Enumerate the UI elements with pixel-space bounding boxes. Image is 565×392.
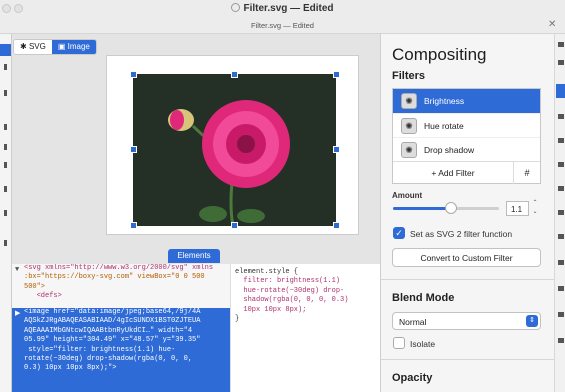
add-filter-button[interactable]: + Add Filter (393, 162, 513, 184)
tool-icon[interactable] (558, 312, 564, 317)
document-icon (231, 3, 241, 12)
css-line: filter: brightness(1.1) (235, 277, 341, 286)
blend-mode-heading: Blend Mode (392, 292, 455, 304)
code-line: 500"> (24, 282, 46, 291)
code-line: 05.99" height="304.49" x="48.57" y="39.3… (24, 336, 201, 345)
chevron-down-icon[interactable]: ⌄ (530, 208, 540, 217)
disclosure-triangle-icon[interactable]: ▼ (15, 266, 19, 275)
blend-mode-select[interactable]: Normal ⇕ (392, 312, 541, 330)
amount-label: Amount (392, 191, 423, 200)
convert-to-custom-filter-button[interactable]: Convert to Custom Filter (392, 248, 541, 267)
tool-icon[interactable] (558, 162, 564, 167)
filter-item-drop-shadow[interactable]: ✺ Drop shadow (393, 137, 540, 161)
code-line: <image href="data:image/jpeg;base64,/9j/… (24, 308, 201, 316)
css-style-panel[interactable]: element.style { filter: brightness(1.1) … (230, 264, 380, 392)
amount-stepper[interactable]: ⌃ ⌄ (530, 199, 540, 218)
amount-slider-fill (393, 207, 452, 210)
svg-mode-button[interactable]: ✱ SVG (14, 40, 52, 54)
color-wheel-icon: ✺ (401, 118, 417, 134)
isolate-checkbox[interactable] (393, 337, 405, 349)
tool-icon[interactable] (558, 234, 564, 239)
code-line: <svg xmlns="http://www.w3.org/2000/svg" … (24, 264, 214, 272)
disclosure-triangle-icon[interactable]: ▶ (15, 310, 20, 319)
svg2-filter-checkbox[interactable]: ✓ (393, 227, 405, 239)
code-line: rotate(−30deg) drop-shadow(rgba(0, 0, 0, (24, 355, 193, 364)
section-divider (380, 359, 554, 360)
css-selector: element.style { (235, 268, 299, 276)
chevron-updown-icon: ⇕ (526, 315, 538, 327)
tool-icon[interactable] (558, 286, 564, 291)
tool-icon[interactable] (558, 338, 564, 343)
opacity-heading: Opacity (392, 372, 433, 384)
title-bar: Filter.svg — Edited Filter.svg — Edited … (0, 0, 565, 34)
asterisk-icon: ✱ (20, 42, 29, 51)
isolate-label: Isolate (410, 339, 436, 349)
filters-heading: Filters (392, 70, 426, 82)
filters-list: ✺ Brightness ✺ Hue rotate ✺ Drop shadow + A… (392, 88, 541, 184)
resize-handle[interactable] (333, 71, 340, 78)
window-title: Filter.svg — Edited (0, 3, 565, 14)
tool-icon[interactable] (4, 124, 7, 130)
right-toolbar (554, 34, 565, 392)
tool-icon[interactable] (4, 240, 7, 246)
tab-elements[interactable]: Elements (168, 249, 220, 263)
filter-actions: + Add Filter # (393, 161, 540, 184)
source-code-panel[interactable]: ▼ <svg xmlns="http://www.w3.org/2000/svg… (12, 264, 230, 392)
tool-icon[interactable] (4, 186, 7, 192)
left-toolbar (0, 34, 12, 392)
tool-icon[interactable] (4, 64, 7, 70)
tool-icon[interactable] (558, 60, 564, 65)
code-line: AQSkZJRgABAQEASABIAAD/4gIcSUNDX1BST0ZJTE… (24, 317, 201, 326)
filter-item-hue-rotate[interactable]: ✺ Hue rotate (393, 113, 540, 137)
tool-icon[interactable] (4, 90, 7, 96)
resize-handle[interactable] (231, 71, 238, 78)
amount-input[interactable]: 1.1 (506, 201, 529, 216)
resize-handle[interactable] (333, 146, 340, 153)
document-tab-title[interactable]: Filter.svg — Edited (0, 21, 565, 30)
hash-button[interactable]: # (513, 162, 540, 184)
svg2-filter-label: Set as SVG 2 filter function (410, 229, 513, 239)
css-close: } (235, 315, 240, 324)
flower-photo (133, 74, 336, 226)
amount-slider[interactable] (393, 202, 499, 214)
code-line: <defs> (24, 292, 62, 301)
resize-handle[interactable] (130, 71, 137, 78)
close-icon[interactable]: ✕ (548, 19, 556, 30)
tool-icon[interactable] (558, 114, 564, 119)
chevron-up-icon[interactable]: ⌃ (530, 199, 540, 208)
css-line: shadow(rgba(0, 0, 0, 0.3) (235, 296, 349, 305)
tool-icon[interactable] (4, 162, 7, 168)
tool-select-icon[interactable] (0, 44, 11, 56)
image-element[interactable] (133, 74, 336, 226)
tool-icon[interactable] (558, 138, 564, 143)
code-line: 0.3) 10px 10px 8px);"> (24, 364, 117, 373)
panel-title: Compositing (392, 45, 487, 64)
section-divider (380, 279, 554, 280)
tool-icon[interactable] (4, 144, 7, 150)
resize-handle[interactable] (130, 146, 137, 153)
css-line: 10px 10px 8px); (235, 305, 307, 314)
resize-handle[interactable] (231, 222, 238, 229)
selected-code-node[interactable]: ▶ <image href="data:image/jpeg;base64,/9… (12, 308, 230, 392)
image-mode-button[interactable]: ▣ Image (51, 40, 96, 54)
color-wheel-icon: ✺ (401, 142, 417, 158)
filter-item-brightness[interactable]: ✺ Brightness (393, 89, 540, 113)
compositing-panel-icon[interactable] (556, 84, 565, 98)
blend-mode-value: Normal (399, 317, 427, 327)
code-line: style="filter: brightness(1.1) hue- (24, 345, 176, 354)
code-line: :bx="https://boxy-svg.com" viewBox="0 0 … (24, 273, 205, 282)
color-wheel-icon: ✺ (401, 93, 417, 109)
resize-handle[interactable] (130, 222, 137, 229)
monitor-icon: ▣ (57, 42, 68, 51)
tool-icon[interactable] (558, 260, 564, 265)
tool-icon[interactable] (558, 42, 564, 47)
css-line: hue-rotate(−30deg) drop- (235, 286, 345, 295)
code-line: AQEAAAIMbGNtcwIQAABtbnRyUkdCI…" width="4 (24, 326, 193, 335)
tool-icon[interactable] (4, 210, 7, 216)
tool-icon[interactable] (558, 210, 564, 215)
view-mode-toggle: ✱ SVG ▣ Image (13, 39, 97, 55)
tool-icon[interactable] (558, 186, 564, 191)
resize-handle[interactable] (333, 222, 340, 229)
